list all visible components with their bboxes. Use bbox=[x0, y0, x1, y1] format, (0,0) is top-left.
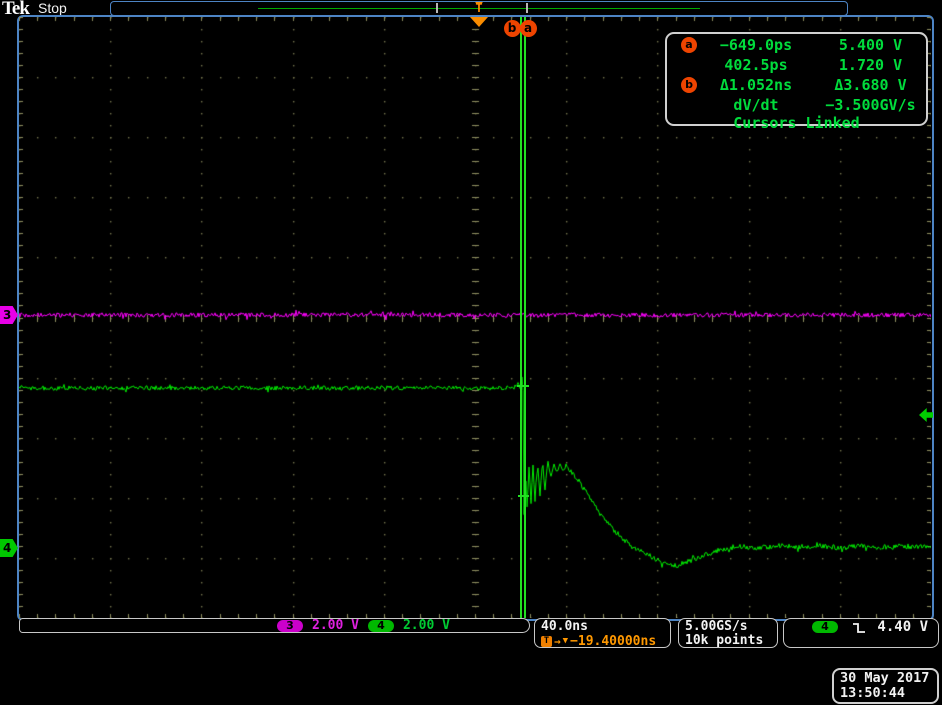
datetime-readout: 30 May 2017 13:50:44 bbox=[832, 668, 939, 704]
triangle-down-icon: ▼ bbox=[563, 635, 568, 648]
time-label: 13:50:44 bbox=[840, 686, 937, 701]
readout-value: −649.0ps bbox=[697, 36, 815, 54]
oscilloscope-screen: Tek Stop T b a 3 4 a −649.0ps 5.400 V 40… bbox=[0, 0, 942, 705]
readout-value: 5.400 V bbox=[815, 36, 926, 54]
readout-value: Δ1.052ns bbox=[697, 76, 815, 94]
trigger-readout[interactable]: 4 4.40 V bbox=[783, 618, 939, 648]
cursors-linked-label: Cursors Linked bbox=[667, 114, 926, 133]
readout-row: dV/dt −3.500GV/s bbox=[667, 95, 926, 114]
cursor-b-measure-mark bbox=[518, 495, 529, 497]
cursor-b-handle[interactable]: b bbox=[504, 20, 521, 37]
readout-value: 402.5ps bbox=[697, 56, 815, 74]
acquisition-readout[interactable]: 5.00GS/s 10k points bbox=[678, 618, 778, 648]
readout-badge-empty bbox=[681, 97, 697, 113]
trigger-position-icon[interactable] bbox=[470, 17, 488, 27]
zoom-window-right-bracket[interactable] bbox=[526, 3, 528, 13]
trigger-level-value: 4.40 V bbox=[877, 621, 928, 634]
channel-4-reference-marker[interactable]: 4 bbox=[0, 539, 18, 557]
readout-badge-empty bbox=[681, 57, 697, 73]
cursor-a-measure-mark bbox=[517, 385, 529, 387]
horizontal-readout[interactable]: 40.0ns T → ▼ −19.40000ns bbox=[534, 618, 671, 648]
cursor-a-handle[interactable]: a bbox=[520, 20, 537, 37]
trigger-delay-value: −19.40000ns bbox=[570, 634, 656, 649]
readout-row: b Δ1.052ns Δ3.680 V bbox=[667, 75, 926, 94]
horizontal-delay-row: T → ▼ −19.40000ns bbox=[541, 634, 670, 649]
channel-4-badge[interactable]: 4 bbox=[368, 620, 394, 632]
cursor-a-line[interactable] bbox=[524, 17, 526, 618]
channel-scale-readout[interactable]: 3 2.00 V 4 2.00 V bbox=[19, 618, 530, 633]
trigger-source-badge: 4 bbox=[812, 621, 838, 633]
cursor-readout-box: a −649.0ps 5.400 V 402.5ps 1.720 V b Δ1.… bbox=[665, 32, 928, 126]
readout-row: 402.5ps 1.720 V bbox=[667, 55, 926, 74]
channel-3-scale: 2.00 V bbox=[312, 618, 359, 633]
zoom-window-left-bracket[interactable] bbox=[436, 3, 438, 13]
channel-3-badge[interactable]: 3 bbox=[277, 620, 303, 632]
readout-row: a −649.0ps 5.400 V bbox=[667, 35, 926, 54]
sample-rate: 5.00GS/s bbox=[685, 620, 777, 634]
cursor-b-badge: b bbox=[681, 77, 697, 93]
acquisition-status[interactable]: Stop bbox=[38, 0, 67, 16]
date-label: 30 May 2017 bbox=[840, 671, 937, 686]
trigger-t-icon: T bbox=[541, 636, 552, 647]
readout-value: −3.500GV/s bbox=[815, 96, 926, 114]
channel-4-scale: 2.00 V bbox=[403, 618, 450, 633]
trigger-flag-icon[interactable]: T bbox=[471, 2, 487, 15]
readout-value: Δ3.680 V bbox=[815, 76, 926, 94]
acquisition-overview-bar: T bbox=[110, 1, 848, 16]
channel-3-reference-marker[interactable]: 3 bbox=[0, 306, 18, 324]
horizontal-scale: 40.0ns bbox=[541, 620, 670, 634]
falling-edge-icon bbox=[852, 622, 866, 634]
arrow-right-icon: → bbox=[554, 635, 561, 648]
readout-value: dV/dt bbox=[697, 96, 815, 114]
readout-value: 1.720 V bbox=[815, 56, 926, 74]
cursor-b-line[interactable] bbox=[520, 17, 522, 618]
record-length: 10k points bbox=[685, 634, 777, 648]
cursor-a-badge: a bbox=[681, 37, 697, 53]
